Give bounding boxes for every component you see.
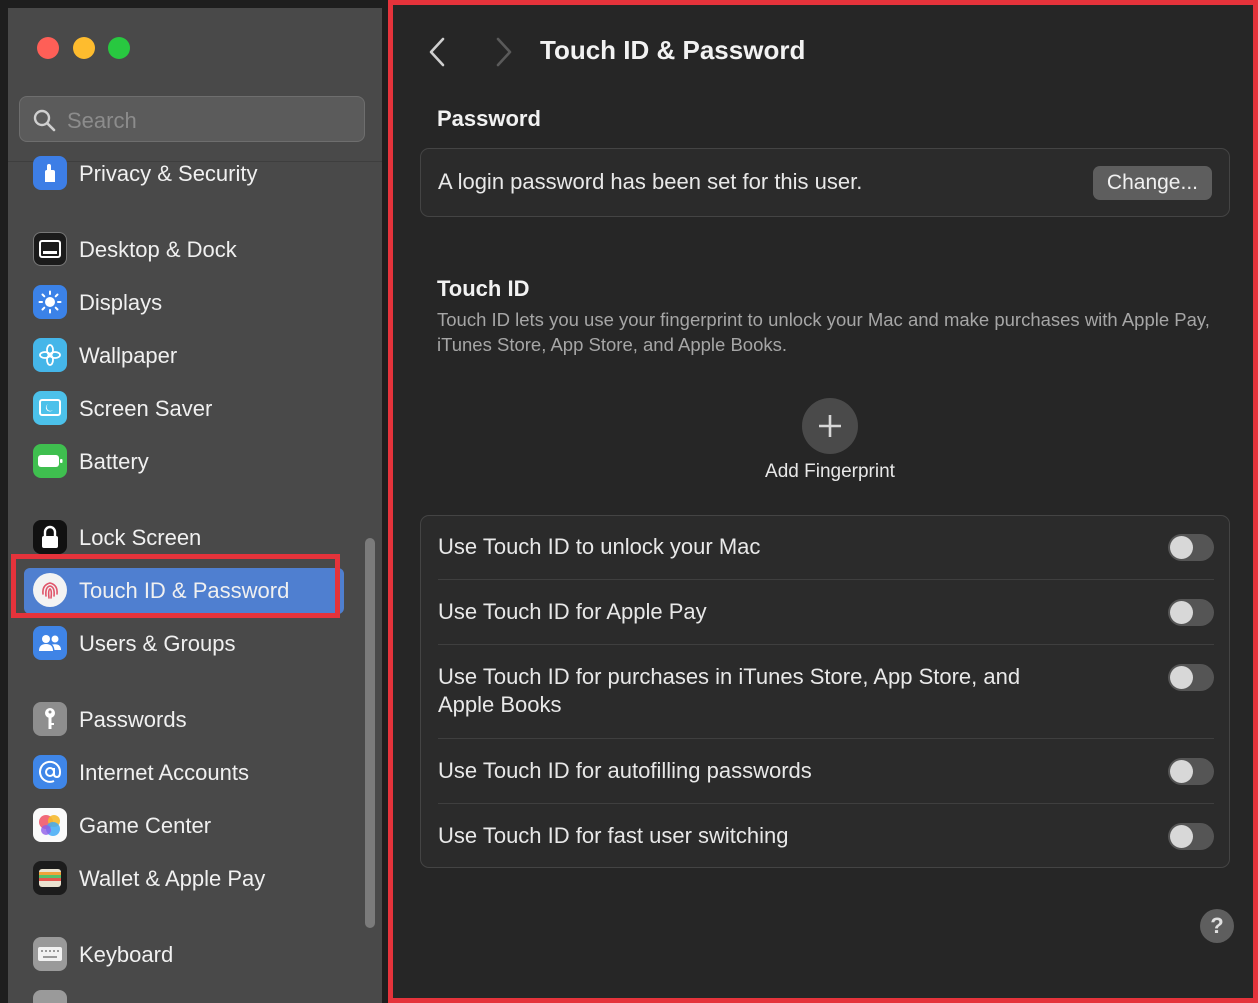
sidebar-item-passwords[interactable]: Passwords xyxy=(24,697,344,743)
search-placeholder: Search xyxy=(67,108,137,133)
close-window-button[interactable] xyxy=(37,37,59,59)
chevron-right-icon xyxy=(496,37,512,67)
touch-id-options-card: Use Touch ID to unlock your Mac Use Touc… xyxy=(420,515,1230,868)
sidebar-item-label: Wallet & Apple Pay xyxy=(79,866,266,891)
search-icon xyxy=(33,109,56,132)
sidebar-item-label: Keyboard xyxy=(79,942,174,967)
back-button[interactable] xyxy=(423,35,453,69)
sidebar-item-label: Battery xyxy=(79,449,149,474)
sidebar-item-game-center[interactable]: Game Center xyxy=(24,803,344,849)
main-pane: Touch ID & Password Password A login pas… xyxy=(388,0,1258,1003)
touch-id-description: Touch ID lets you use your fingerprint t… xyxy=(437,309,1210,355)
sidebar-item-label: Wallpaper xyxy=(79,343,178,368)
game-center-icon xyxy=(33,808,67,842)
toggle-knob xyxy=(1170,825,1193,848)
hand-icon xyxy=(33,156,67,190)
option-label: Use Touch ID for purchases in iTunes Sto… xyxy=(438,664,1021,717)
sidebar-item-users-groups[interactable]: Users & Groups xyxy=(24,621,344,667)
option-label: Use Touch ID for fast user switching xyxy=(438,823,789,848)
keyboard-icon xyxy=(33,937,67,971)
sidebar-item-displays[interactable]: Displays xyxy=(24,280,344,326)
add-fingerprint-label: Add Fingerprint xyxy=(765,461,895,482)
sidebar-item-label: Displays xyxy=(79,290,163,315)
sidebar-scrollbar[interactable] xyxy=(365,538,375,928)
sidebar-item-label: Desktop & Dock xyxy=(79,237,237,262)
option-row-fast-user-switching: Use Touch ID for fast user switching xyxy=(438,804,1214,868)
page-title: Touch ID & Password xyxy=(540,35,806,65)
fast-user-switching-toggle[interactable] xyxy=(1168,823,1214,850)
zoom-window-button[interactable] xyxy=(108,37,130,59)
screen-saver-icon xyxy=(33,391,67,425)
mouse-icon xyxy=(33,990,67,1003)
sidebar: Search Privacy & Security Desktop & Dock… xyxy=(8,8,382,1003)
add-fingerprint-button[interactable] xyxy=(802,398,858,454)
at-icon xyxy=(33,755,67,789)
sidebar-item-desktop-dock[interactable]: Desktop & Dock xyxy=(24,227,344,273)
wallet-icon xyxy=(33,861,67,895)
autofill-passwords-toggle[interactable] xyxy=(1168,758,1214,785)
option-label: Use Touch ID for autofilling passwords xyxy=(438,758,812,783)
help-button[interactable]: ? xyxy=(1200,909,1234,943)
toggle-knob xyxy=(1170,601,1193,624)
option-row-unlock-mac: Use Touch ID to unlock your Mac xyxy=(438,516,1214,580)
apple-pay-toggle[interactable] xyxy=(1168,599,1214,626)
sidebar-item-label: Screen Saver xyxy=(79,396,213,421)
toggle-knob xyxy=(1170,536,1193,559)
sun-icon xyxy=(33,285,67,319)
search-field[interactable]: Search xyxy=(19,96,365,142)
password-card: A login password has been set for this u… xyxy=(420,148,1230,217)
chevron-left-icon xyxy=(429,37,445,67)
sidebar-item-wallpaper[interactable]: Wallpaper xyxy=(24,333,344,379)
sidebar-item-screen-saver[interactable]: Screen Saver xyxy=(24,386,344,432)
sidebar-item-partial[interactable] xyxy=(24,985,344,1003)
selection-highlight-outline xyxy=(11,554,340,618)
toggle-knob xyxy=(1170,666,1193,689)
password-section-heading: Password xyxy=(437,106,541,131)
plus-icon xyxy=(819,415,841,437)
option-row-autofill: Use Touch ID for autofilling passwords xyxy=(438,739,1214,804)
sidebar-item-label: Internet Accounts xyxy=(79,760,249,785)
lock-icon xyxy=(33,520,67,554)
dock-icon xyxy=(33,232,67,266)
purchases-toggle[interactable] xyxy=(1168,664,1214,691)
option-row-purchases: Use Touch ID for purchases in iTunes Sto… xyxy=(438,645,1214,739)
sidebar-item-keyboard[interactable]: Keyboard xyxy=(24,932,344,978)
sidebar-item-battery[interactable]: Battery xyxy=(24,439,344,485)
option-row-apple-pay: Use Touch ID for Apple Pay xyxy=(438,580,1214,645)
sidebar-item-label: Lock Screen xyxy=(79,525,202,550)
forward-button[interactable] xyxy=(488,35,518,69)
sidebar-item-label: Passwords xyxy=(79,707,187,732)
key-icon xyxy=(33,702,67,736)
users-icon xyxy=(33,626,67,660)
unlock-mac-toggle[interactable] xyxy=(1168,534,1214,561)
battery-icon xyxy=(33,444,67,478)
password-status-text: A login password has been set for this u… xyxy=(438,169,863,194)
option-label: Use Touch ID to unlock your Mac xyxy=(438,534,761,559)
sidebar-item-label: Users & Groups xyxy=(79,631,236,656)
option-label: Use Touch ID for Apple Pay xyxy=(438,599,707,624)
toggle-knob xyxy=(1170,760,1193,783)
sidebar-item-internet-accounts[interactable]: Internet Accounts xyxy=(24,750,344,796)
sidebar-item-label: Privacy & Security xyxy=(79,161,258,186)
minimize-window-button[interactable] xyxy=(73,37,95,59)
sidebar-item-wallet-apple-pay[interactable]: Wallet & Apple Pay xyxy=(24,856,344,902)
touch-id-section-heading: Touch ID xyxy=(437,276,530,301)
change-password-button[interactable]: Change... xyxy=(1092,166,1212,200)
flower-icon xyxy=(33,338,67,372)
sidebar-item-label: Game Center xyxy=(79,813,212,838)
sidebar-item-privacy-security[interactable]: Privacy & Security xyxy=(24,151,344,197)
